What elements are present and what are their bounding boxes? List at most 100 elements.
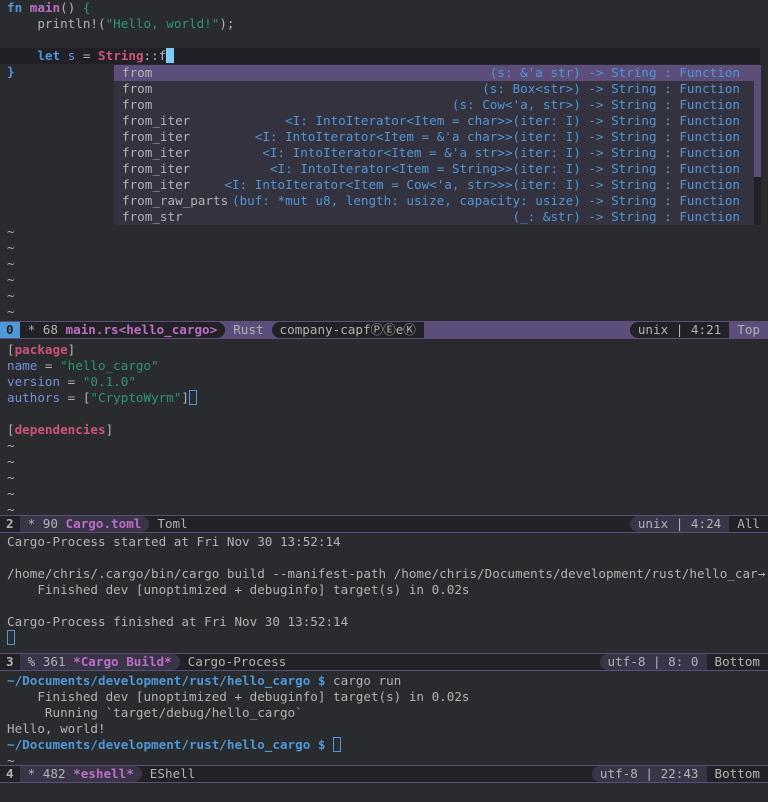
buffer-name[interactable]: *Cargo Build* (73, 654, 172, 669)
text-line[interactable]: ~/Documents/development/rust/hello_cargo… (0, 737, 768, 753)
completion-item[interactable]: from (s: &'a str) -> String : Function (114, 65, 754, 81)
completion-name: from_iter (122, 145, 191, 160)
text-line[interactable]: fn main() { (0, 0, 768, 16)
text-line[interactable]: version = "0.1.0" (0, 374, 768, 390)
text-line[interactable]: ~ (0, 454, 768, 470)
completion-item[interactable]: from_iter <I: IntoIterator<Item = String>… (114, 161, 754, 177)
text-line[interactable]: ~ (0, 470, 768, 486)
text-line[interactable]: [dependencies] (0, 422, 768, 438)
text-line[interactable]: ~ (0, 304, 768, 320)
completion-popup[interactable]: from (s: &'a str) -> String : Function fro… (114, 65, 761, 225)
completion-item[interactable]: from_iter <I: IntoIterator<Item = &'a str… (114, 145, 754, 161)
text-line[interactable]: ~ (0, 288, 768, 304)
completion-item[interactable]: from_iter <I: IntoIterator<Item = &'a cha… (114, 129, 754, 145)
text-line[interactable]: println!("Hello, world!"); (0, 16, 768, 32)
text-line[interactable]: let s = String::f (0, 48, 760, 64)
minor-modes[interactable]: company-capfⓅⒺeⓀ (271, 322, 424, 338)
completion-annotation: <I: IntoIterator<Item = &'a char>>(iter:… (254, 129, 740, 144)
text-line[interactable]: Hello, world! (0, 721, 768, 737)
completion-annotation: <I: IntoIterator<Item = char>>(iter: I) … (285, 113, 740, 128)
text-line[interactable] (0, 406, 768, 422)
text-line[interactable]: ~ (0, 486, 768, 502)
modified-flag: * (27, 766, 36, 781)
text-line[interactable]: ~ (0, 438, 768, 454)
buffer-position: Top (737, 322, 760, 337)
text-segment: authors (7, 390, 61, 405)
completion-name: from_raw_parts (122, 193, 229, 208)
text-line[interactable]: ~ (0, 240, 768, 256)
text-segment: name (7, 358, 38, 373)
completion-item[interactable]: from_iter <I: IntoIterator<Item = char>>(… (114, 113, 754, 129)
text-line[interactable] (0, 630, 768, 646)
text-segment: ~/Documents/development/rust/hello_cargo… (7, 737, 326, 752)
text-line[interactable]: Finished dev [unoptimized + debuginfo] t… (0, 582, 768, 598)
text-segment: ~ (7, 288, 15, 303)
completion-name: from_iter (122, 129, 191, 144)
text-line[interactable]: Cargo-Process finished at Fri Nov 30 13:… (0, 614, 768, 630)
buffer-info: * 68 main.rs<hello_cargo> (19, 322, 226, 338)
cargo-build-window[interactable]: Cargo-Process started at Fri Nov 30 13:5… (0, 534, 768, 653)
completion-item[interactable]: from (s: Box<str>) -> String : Function (114, 81, 754, 97)
completion-item[interactable]: from_raw_parts (buf: *mut u8, length: usi… (114, 193, 754, 209)
window-number-badge[interactable]: 3 (0, 654, 20, 670)
buffer-position: All (737, 516, 760, 531)
text-line[interactable]: ~ (0, 256, 768, 272)
completion-item[interactable]: from (s: Cow<'a, str>) -> String : Functi… (114, 97, 754, 113)
modified-flag: % (27, 654, 36, 669)
completion-annotation: <I: IntoIterator<Item = &'a str>>(iter: … (262, 145, 740, 160)
text-line[interactable]: ~ (0, 502, 768, 515)
text-line[interactable]: ~ (0, 224, 768, 240)
window-number-badge[interactable]: 0 (0, 322, 20, 338)
completion-scrollbar-thumb[interactable] (754, 65, 761, 177)
text-line[interactable]: name = "hello_cargo" (0, 358, 768, 374)
buffer-position: Bottom (714, 654, 761, 669)
text-line[interactable]: Finished dev [unoptimized + debuginfo] t… (0, 689, 768, 705)
text-segment: } (7, 64, 15, 79)
text-segment: ~ (7, 454, 15, 469)
completion-annotation: (s: Cow<'a, str>) -> String : Function (451, 97, 740, 112)
text-segment: "0.1.0" (82, 374, 136, 389)
major-mode[interactable]: Cargo-Process (180, 654, 295, 670)
window-number-badge[interactable]: 4 (0, 766, 20, 782)
modified-flag: * (27, 322, 36, 337)
major-mode[interactable]: EShell (142, 766, 204, 782)
buffer-name[interactable]: *eshell* (73, 766, 134, 781)
text-line[interactable]: ~/Documents/development/rust/hello_cargo… (0, 673, 768, 689)
completion-item[interactable]: from_iter <I: IntoIterator<Item = Cow<'a,… (114, 177, 754, 193)
text-segment: "hello_cargo" (60, 358, 159, 373)
completion-annotation: (s: &'a str) -> String : Function (489, 65, 740, 80)
major-mode[interactable]: Toml (149, 516, 195, 532)
text-line[interactable]: Running `target/debug/hello_cargo` (0, 705, 768, 721)
text-segment: ~ (7, 438, 15, 453)
cargo-toml-window[interactable]: [package] name = "hello_cargo" version = "… (0, 342, 768, 515)
text-segment (60, 48, 68, 63)
completion-annotation: <I: IntoIterator<Item = String>>(iter: I… (269, 161, 740, 176)
buffer-size: 90 (42, 516, 58, 531)
text-segment: Finished dev [unoptimized + debuginfo] t… (7, 582, 470, 597)
text-line[interactable]: /home/chris/.cargo/bin/cargo build --man… (0, 566, 768, 582)
completion-name: from (122, 97, 153, 112)
major-mode[interactable]: Rust (225, 322, 271, 338)
text-segment: let (37, 48, 61, 63)
text-segment: Cargo-Process finished at Fri Nov 30 13:… (7, 614, 349, 629)
text-line[interactable] (0, 598, 768, 614)
text-line[interactable]: ~ (0, 272, 768, 288)
window-number-badge[interactable]: 2 (0, 516, 20, 532)
buffer-name[interactable]: Cargo.toml (66, 516, 142, 531)
completion-annotation: <I: IntoIterator<Item = Cow<'a, str>>>(i… (224, 177, 740, 192)
text-line[interactable] (0, 32, 768, 48)
text-cursor (166, 48, 175, 63)
text-segment: = (37, 358, 61, 373)
text-line[interactable]: Cargo-Process started at Fri Nov 30 13:5… (0, 534, 768, 550)
eshell-window[interactable]: ~/Documents/development/rust/hello_cargo… (0, 673, 768, 765)
text-segment: package (14, 342, 68, 357)
text-segment: Running `target/debug/hello_cargo` (7, 705, 303, 720)
text-line[interactable] (0, 550, 768, 566)
completion-item[interactable]: from_str (_: &str) -> String : Function (114, 209, 754, 225)
text-line[interactable]: authors = ["CryptoWyrm"] (0, 390, 768, 406)
completion-name: from_iter (122, 161, 191, 176)
completion-scrollbar[interactable] (754, 65, 761, 225)
buffer-name[interactable]: main.rs<hello_cargo> (66, 322, 218, 337)
text-line[interactable]: [package] (0, 342, 768, 358)
text-line[interactable]: ~ (0, 753, 768, 765)
